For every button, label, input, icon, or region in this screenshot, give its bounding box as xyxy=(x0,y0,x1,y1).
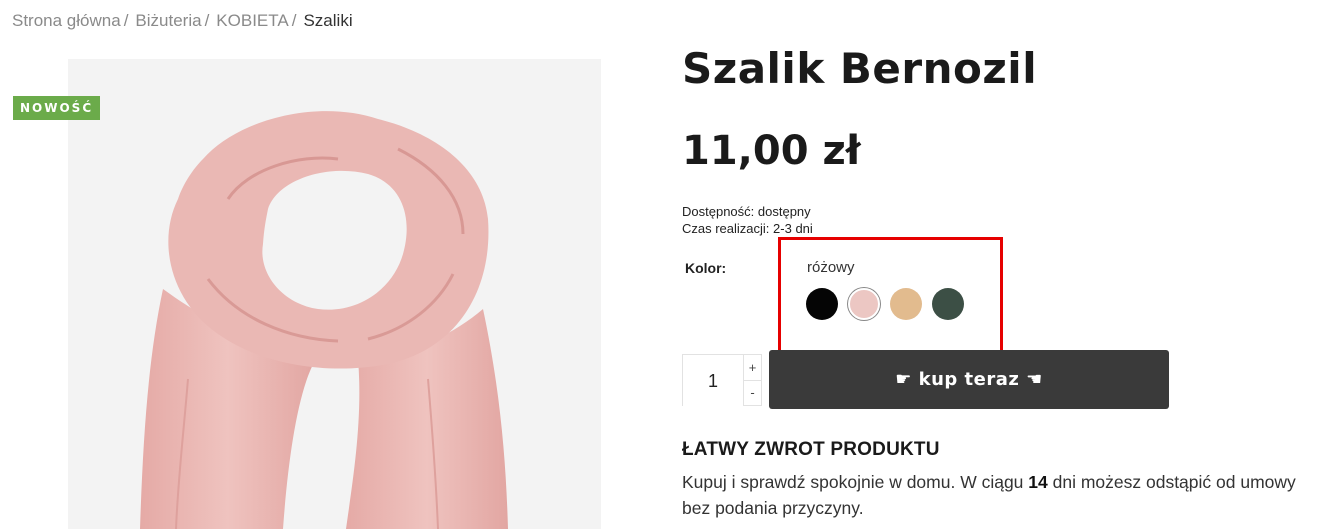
selected-color-name: różowy xyxy=(807,259,855,276)
color-swatch-różowy[interactable] xyxy=(848,288,880,320)
breadcrumb-women[interactable]: KOBIETA xyxy=(216,11,288,31)
easy-return-text: Kupuj i sprawdź spokojnie w domu. W ciąg… xyxy=(682,469,1322,521)
scarf-illustration xyxy=(140,111,508,529)
quantity-decrement-button[interactable]: - xyxy=(744,379,761,405)
breadcrumb-current: Szaliki xyxy=(303,11,353,30)
quantity-input[interactable] xyxy=(683,355,743,407)
breadcrumb-separator: / xyxy=(123,11,129,30)
product-image[interactable] xyxy=(68,59,601,529)
breadcrumb-separator: / xyxy=(204,11,210,30)
quantity-increment-button[interactable]: + xyxy=(744,355,761,380)
color-swatch-beżowy[interactable] xyxy=(890,288,922,320)
lead-time-value: 2-3 dni xyxy=(773,221,813,236)
product-meta: Dostępność: dostępny Czas realizacji: 2-… xyxy=(682,203,813,237)
lead-time-label: Czas realizacji: xyxy=(682,221,770,236)
product-page: Strona główna / Biżuteria / KOBIETA / Sz… xyxy=(0,0,1328,529)
availability-value: dostępny xyxy=(757,204,811,219)
breadcrumb-home[interactable]: Strona główna xyxy=(12,11,121,31)
return-text-start: Kupuj i sprawdź spokojnie w domu. W ciąg… xyxy=(682,472,1029,492)
return-days: 14 xyxy=(1028,472,1048,492)
quantity-buttons: + - xyxy=(743,355,761,405)
easy-return-heading: ŁATWY ZWROT PRODUKTU xyxy=(682,439,940,460)
color-swatches xyxy=(806,288,964,320)
quantity-stepper: + - xyxy=(682,354,762,407)
buy-now-button[interactable]: ☛ kup teraz ☚ xyxy=(769,350,1169,409)
product-title: Szalik Bernozil xyxy=(682,44,1038,93)
availability-row: Dostępność: dostępny xyxy=(682,203,813,220)
color-swatch-czarny[interactable] xyxy=(806,288,838,320)
breadcrumb-separator: / xyxy=(291,11,297,30)
breadcrumb: Strona główna / Biżuteria / KOBIETA / Sz… xyxy=(12,11,353,31)
availability-label: Dostępność: xyxy=(682,204,755,219)
product-price: 11,00 zł xyxy=(682,128,861,174)
color-option-label: Kolor: xyxy=(685,260,727,276)
color-swatch-zielony[interactable] xyxy=(932,288,964,320)
new-badge: NOWOŚĆ xyxy=(13,96,101,120)
lead-time-row: Czas realizacji: 2-3 dni xyxy=(682,220,813,237)
breadcrumb-jewelry[interactable]: Biżuteria xyxy=(135,11,201,31)
